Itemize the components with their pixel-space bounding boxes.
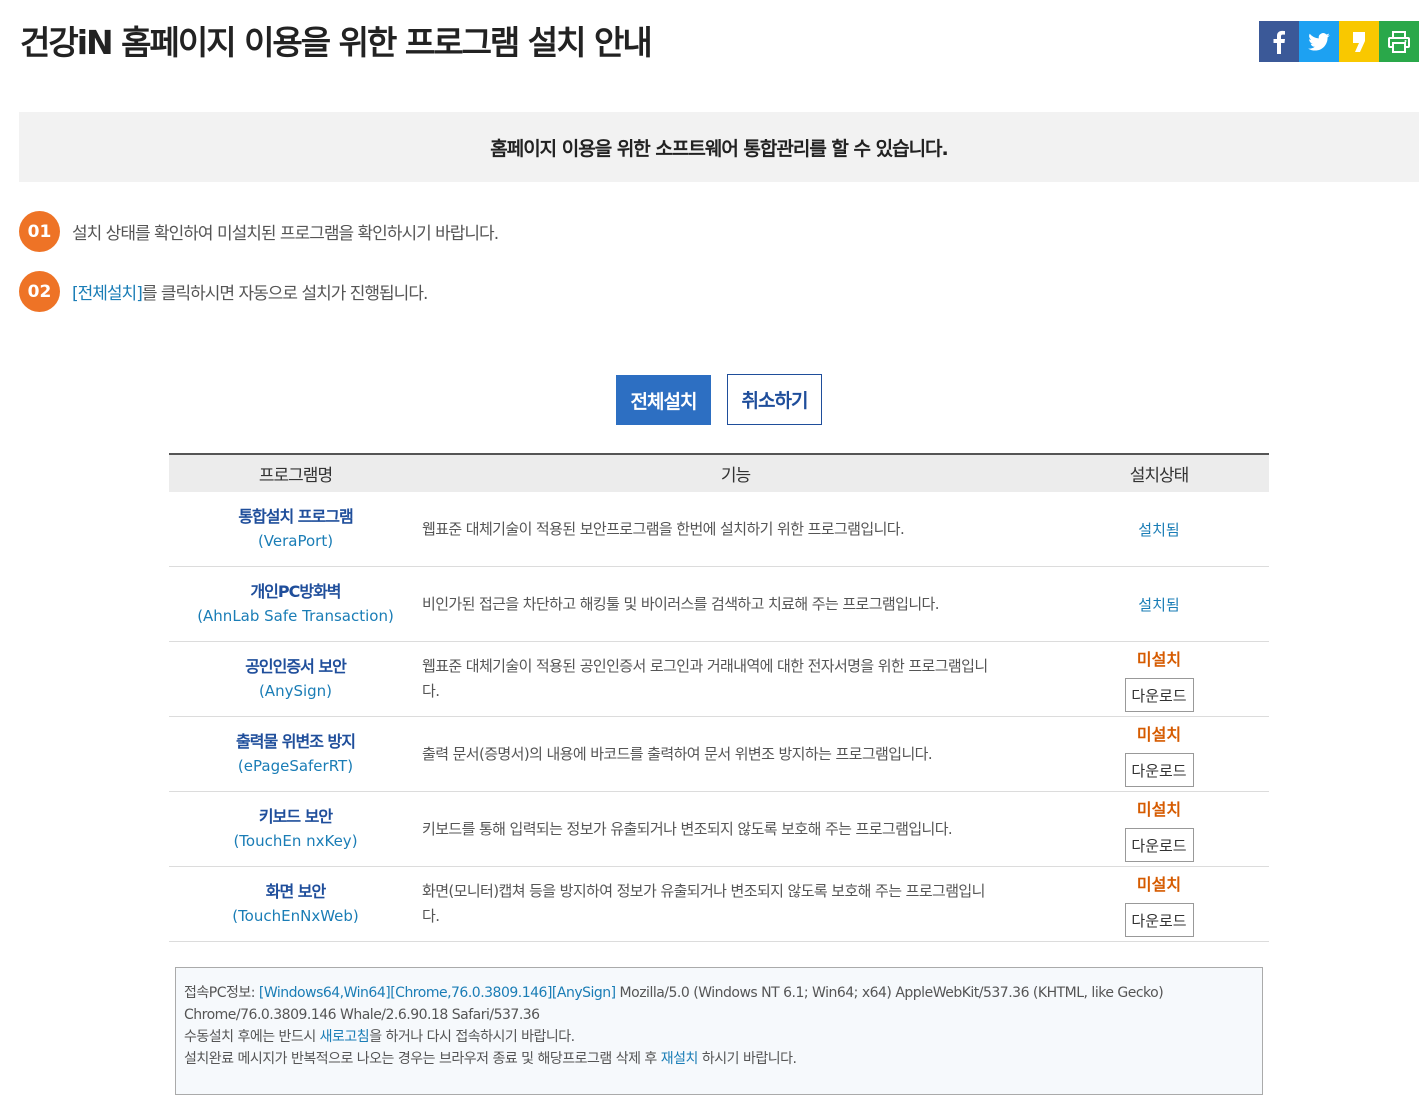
pc-info-label: 접속PC정보: (184, 985, 259, 1001)
kakaostory-share-button[interactable] (1339, 21, 1379, 62)
table-row: 통합설치 프로그램 (VeraPort) 웹표준 대체기술이 적용된 보안프로그램… (169, 492, 1269, 567)
table-row: 공인인증서 보안 (AnySign) 웹표준 대체기술이 적용된 공인인증서 로그… (169, 642, 1269, 717)
download-button[interactable]: 다운로드 (1124, 828, 1194, 862)
status-not-installed: 미설치 (1136, 875, 1182, 894)
status-not-installed: 미설치 (1136, 725, 1182, 744)
program-id: (AhnLab Safe Transaction) (197, 607, 394, 625)
header-function: 기능 (720, 466, 751, 486)
program-desc: 화면(모니터)캡쳐 등을 방지하여 정보가 유출되거나 변조되지 않도록 보호해… (422, 882, 985, 900)
program-name: 통합설치 프로그램 (238, 507, 353, 526)
status-installed: 설치됨 (1138, 595, 1180, 614)
pc-info-tags: [Windows64,Win64][Chrome,76.0.3809.146][… (258, 985, 616, 1001)
step-02: 02 [전체설치]를 클릭하시면 자동으로 설치가 진행됩니다. (19, 271, 429, 312)
table-row: 개인PC방화벽 (AhnLab Safe Transaction) 비인가된 접근… (169, 567, 1269, 642)
share-bar (1259, 21, 1419, 62)
twitter-share-button[interactable] (1299, 21, 1339, 62)
download-button[interactable]: 다운로드 (1124, 678, 1194, 712)
program-id: (TouchEn nxKey) (233, 832, 358, 850)
install-all-link[interactable]: [전체설치] (72, 284, 143, 304)
program-name: 화면 보안 (265, 882, 326, 901)
program-name: 공인인증서 보안 (245, 657, 347, 676)
status-not-installed: 미설치 (1136, 650, 1182, 669)
banner-text: 홈페이지 이용을 위한 소프트웨어 통합관리를 할 수 있습니다. (490, 137, 949, 160)
program-id: (AnySign) (258, 682, 333, 700)
print-icon (1388, 30, 1410, 53)
facebook-icon (1273, 30, 1285, 54)
reinstall-notice-b: 하시기 바랍니다. (697, 1051, 797, 1067)
pc-info-box: 접속PC정보: [Windows64,Win64][Chrome,76.0.38… (175, 967, 1263, 1095)
refresh-notice-b: 을 하거나 다시 접속하시기 바랍니다. (369, 1029, 575, 1045)
program-desc-cont: 다. (422, 907, 440, 925)
program-name: 출력물 위변조 방지 (236, 732, 356, 751)
table-row: 화면 보안 (TouchEnNxWeb) 화면(모니터)캡쳐 등을 방지하여 정보… (169, 867, 1269, 942)
download-button[interactable]: 다운로드 (1124, 753, 1194, 787)
step-number: 01 (19, 211, 60, 252)
refresh-notice: 수동설치 후에는 반드시 새로고침을 하거나 다시 접속하시기 바랍니다. (184, 1026, 1254, 1048)
table-header: 프로그램명 기능 설치상태 (169, 453, 1269, 492)
user-agent-text-cont: Chrome/76.0.3809.146 Whale/2.6.90.18 Saf… (184, 1007, 540, 1023)
notice-banner: 홈페이지 이용을 위한 소프트웨어 통합관리를 할 수 있습니다. (19, 112, 1419, 182)
program-desc-cont: 다. (422, 682, 440, 700)
kakaostory-icon (1353, 31, 1365, 52)
status-not-installed: 미설치 (1136, 800, 1182, 819)
twitter-icon (1308, 32, 1330, 51)
program-table: 프로그램명 기능 설치상태 통합설치 프로그램 (VeraPort) 웹표준 대체… (169, 453, 1269, 942)
program-desc: 웹표준 대체기술이 적용된 보안프로그램을 한번에 설치하기 위한 프로그램입니… (422, 519, 905, 538)
table-row: 출력물 위변조 방지 (ePageSaferRT) 출력 문서(증명서)의 내용에… (169, 717, 1269, 792)
download-button[interactable]: 다운로드 (1124, 903, 1194, 937)
pc-info-line: 접속PC정보: [Windows64,Win64][Chrome,76.0.38… (184, 982, 1254, 1004)
status-installed: 설치됨 (1138, 520, 1180, 539)
reinstall-link[interactable]: 재설치 (661, 1051, 699, 1067)
program-name: 키보드 보안 (258, 807, 333, 826)
program-desc: 출력 문서(증명서)의 내용에 바코드를 출력하여 문서 위변조 방지하는 프로… (422, 744, 933, 763)
step-01: 01 설치 상태를 확인하여 미설치된 프로그램을 확인하시기 바랍니다. (19, 211, 499, 252)
refresh-link[interactable]: 새로고침 (320, 1029, 370, 1045)
program-id: (VeraPort) (257, 532, 334, 550)
program-desc: 웹표준 대체기술이 적용된 공인인증서 로그인과 거래내역에 대한 전자서명을 … (422, 657, 988, 675)
header-install-status: 설치상태 (1129, 466, 1190, 486)
step-text-rest: 를 클릭하시면 자동으로 설치가 진행됩니다. (141, 284, 429, 304)
reinstall-notice: 설치완료 메시지가 반복적으로 나오는 경우는 브라우저 종료 및 해당프로그램… (184, 1048, 1254, 1070)
program-id: (ePageSaferRT) (237, 757, 354, 775)
install-all-button[interactable]: 전체설치 (616, 375, 711, 425)
program-desc: 비인가된 접근을 차단하고 해킹툴 및 바이러스를 검색하고 치료해 주는 프로… (422, 594, 939, 613)
step-number: 02 (19, 271, 60, 312)
page-title: 건강iN 홈페이지 이용을 위한 프로그램 설치 안내 (20, 23, 653, 62)
step-text: 설치 상태를 확인하여 미설치된 프로그램을 확인하시기 바랍니다. (72, 224, 499, 244)
step-text: [전체설치]를 클릭하시면 자동으로 설치가 진행됩니다. (72, 279, 429, 304)
program-name: 개인PC방화벽 (250, 582, 341, 601)
header-program-name: 프로그램명 (258, 466, 333, 486)
user-agent-text: Mozilla/5.0 (Windows NT 6.1; Win64; x64)… (615, 985, 1164, 1001)
refresh-notice-a: 수동설치 후에는 반드시 (184, 1029, 320, 1045)
program-id: (TouchEnNxWeb) (232, 907, 359, 925)
cancel-button[interactable]: 취소하기 (727, 374, 822, 425)
program-desc: 키보드를 통해 입력되는 정보가 유출되거나 변조되지 않도록 보호해 주는 프… (422, 819, 953, 838)
reinstall-notice-a: 설치완료 메시지가 반복적으로 나오는 경우는 브라우저 종료 및 해당프로그램… (184, 1051, 661, 1067)
print-button[interactable] (1379, 21, 1419, 62)
table-row: 키보드 보안 (TouchEn nxKey) 키보드를 통해 입력되는 정보가 유… (169, 792, 1269, 867)
facebook-share-button[interactable] (1259, 21, 1299, 62)
